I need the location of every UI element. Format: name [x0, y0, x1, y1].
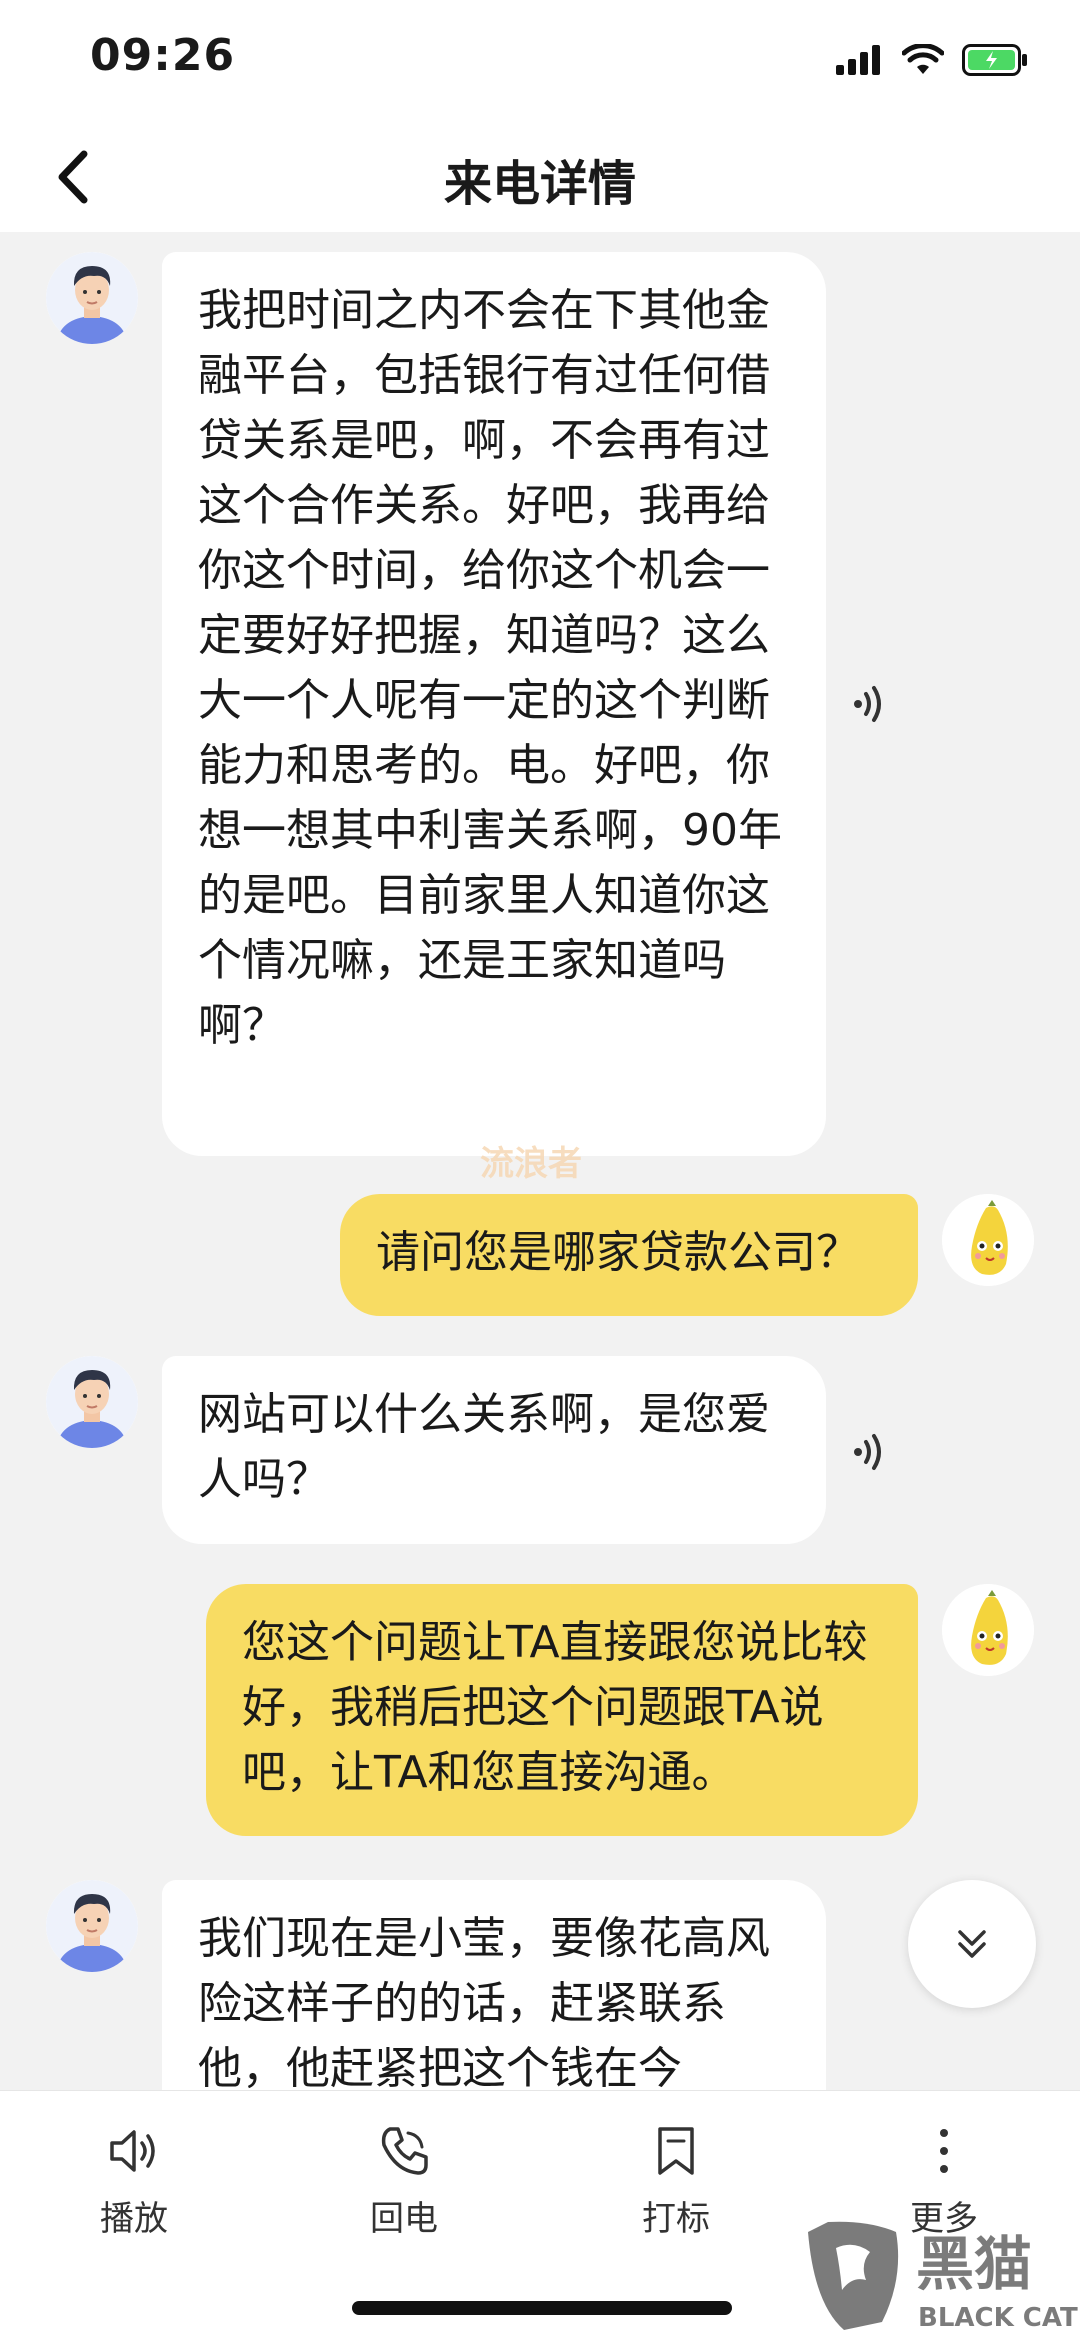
message-text: 我把时间之内不会在下其他金融平台，包括银行有过任何借贷关系是吧，啊，不会再有过这…	[198, 285, 782, 1051]
callback-label: 回电	[370, 2199, 438, 2239]
signal-icon	[836, 45, 880, 75]
callback-button[interactable]: 回电	[324, 2119, 484, 2240]
voice-playback-icon[interactable]	[852, 680, 892, 728]
more-vertical-icon	[940, 2129, 948, 2173]
status-icons	[836, 40, 1028, 80]
page-title: 来电详情	[443, 156, 636, 212]
brand-name: 黑猫	[916, 2230, 1032, 2298]
caller-avatar	[46, 1356, 138, 1448]
message-text: 请问您是哪家贷款公司？	[376, 1227, 860, 1278]
cat-logo-icon: 黑猫 BLACK CAT	[808, 2221, 1078, 2333]
caller-avatar	[46, 252, 138, 344]
speaker-icon	[110, 2130, 155, 2172]
chat-area[interactable]: 我把时间之内不会在下其他金融平台，包括银行有过任何借贷关系是吧，啊，不会再有过这…	[0, 232, 1080, 2090]
double-chevron-down-icon	[958, 1930, 986, 1958]
man-avatar-icon	[46, 252, 138, 344]
play-button[interactable]: 播放	[54, 2119, 214, 2240]
caller-message: 我们现在是小莹，要像花高风险这样子的的话，赶紧联系他，他赶紧把这个钱在今	[162, 1880, 826, 2090]
caller-message: 我把时间之内不会在下其他金融平台，包括银行有过任何借贷关系是吧，啊，不会再有过这…	[162, 252, 826, 1156]
blackcat-logo: 黑猫 BLACK CAT	[808, 2218, 1080, 2337]
assistant-message: 您这个问题让TA直接跟您说比较好，我稍后把这个问题跟TA说吧，让TA和您直接沟通…	[206, 1584, 918, 1836]
message-text: 网站可以什么关系啊，是您爱人吗？	[198, 1389, 770, 1505]
man-avatar-icon	[46, 1880, 138, 1972]
brand-sub: BLACK CAT	[918, 2303, 1078, 2333]
caller-message: 网站可以什么关系啊，是您爱人吗？	[162, 1356, 826, 1544]
status-time: 09:26	[90, 30, 236, 81]
assistant-avatar	[942, 1584, 1034, 1676]
message-text: 您这个问题让TA直接跟您说比较好，我稍后把这个问题跟TA说吧，让TA和您直接沟通…	[242, 1617, 868, 1798]
wifi-icon	[902, 44, 944, 74]
play-label: 播放	[100, 2199, 168, 2239]
message-text: 我们现在是小莹，要像花高风险这样子的的话，赶紧联系他，他赶紧把这个钱在今	[198, 1913, 770, 2090]
banana-mascot-icon	[942, 1194, 1034, 1286]
scroll-to-bottom-button[interactable]	[908, 1880, 1036, 2008]
mark-label: 打标	[642, 2199, 710, 2239]
assistant-avatar	[942, 1194, 1034, 1286]
watermark-text: 流浪者	[480, 1144, 582, 1184]
battery-icon	[962, 44, 1027, 76]
nav-bar: 来电详情	[0, 120, 1080, 232]
assistant-message: 请问您是哪家贷款公司？	[340, 1194, 918, 1316]
caller-avatar	[46, 1880, 138, 1972]
status-bar: 09:26	[0, 0, 1080, 120]
banana-mascot-icon	[942, 1584, 1034, 1676]
mark-button[interactable]: 打标	[596, 2119, 756, 2240]
phone-icon	[381, 2127, 428, 2175]
home-indicator[interactable]	[352, 2301, 732, 2315]
bookmark-icon	[658, 2127, 694, 2175]
voice-playback-icon[interactable]	[852, 1428, 892, 1476]
man-avatar-icon	[46, 1356, 138, 1448]
